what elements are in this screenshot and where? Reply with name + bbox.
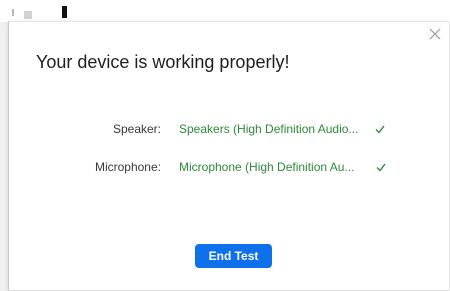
microphone-row: Microphone: Microphone (High Definition … xyxy=(9,158,449,176)
speaker-device-name: Speakers (High Definition Audio... xyxy=(179,122,359,136)
background-element xyxy=(24,11,32,19)
checkmark-icon xyxy=(376,163,386,172)
microphone-label: Microphone: xyxy=(94,160,161,174)
end-test-button[interactable]: End Test xyxy=(195,244,272,268)
background-window xyxy=(0,0,450,22)
checkmark-icon xyxy=(375,125,385,134)
dialog-title: Your device is working properly! xyxy=(36,52,290,72)
close-button[interactable] xyxy=(427,26,443,42)
speaker-row: Speaker: Speakers (High Definition Audio… xyxy=(9,120,449,138)
microphone-device-name: Microphone (High Definition Au... xyxy=(179,160,355,174)
speaker-label: Speaker: xyxy=(112,122,161,136)
background-element xyxy=(62,6,67,18)
close-icon xyxy=(429,28,441,40)
background-element xyxy=(12,9,14,16)
device-test-dialog: Your device is working properly! Speaker… xyxy=(8,21,449,290)
